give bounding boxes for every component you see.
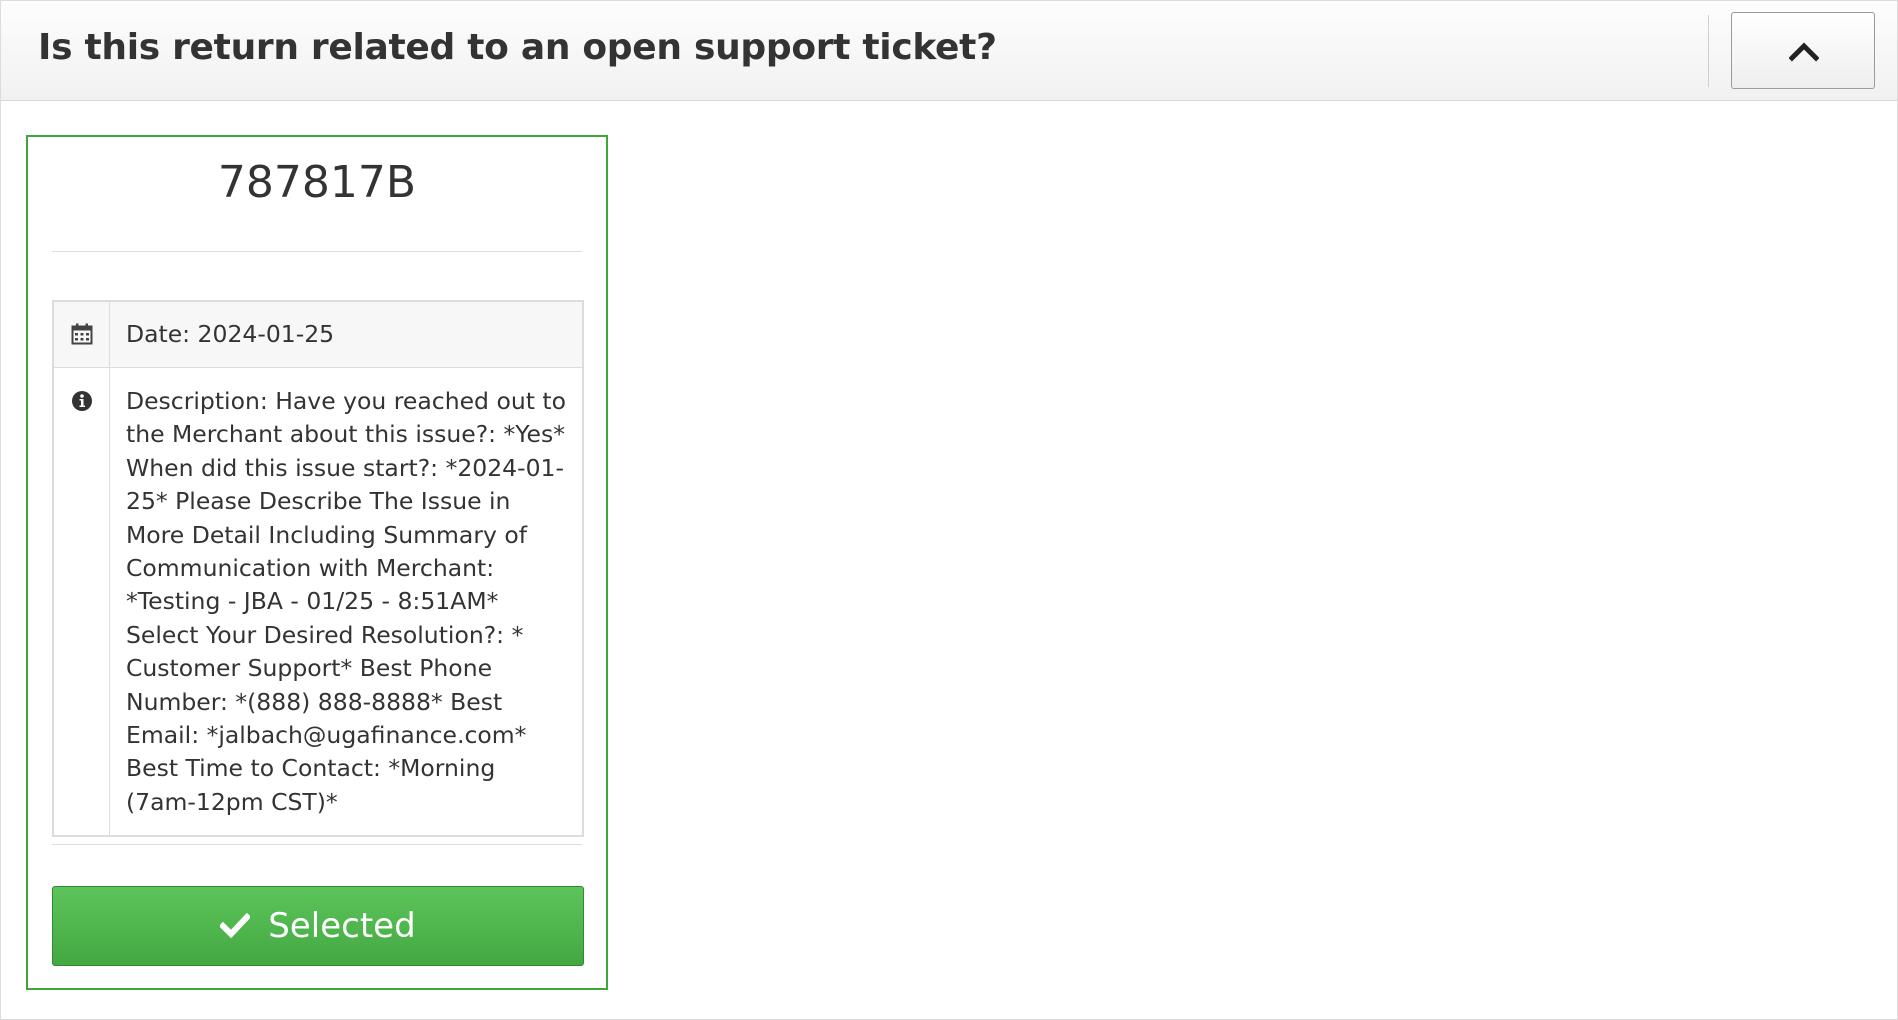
ticket-details-table: Date: 2024-01-25 Description: Have you r… [52, 300, 584, 838]
collapse-button[interactable] [1731, 12, 1875, 89]
calendar-icon [71, 323, 93, 345]
ticket-date: Date: 2024-01-25 [126, 320, 335, 348]
selected-button[interactable]: Selected [52, 886, 584, 966]
check-icon [220, 913, 251, 939]
panel-header: Is this return related to an open suppor… [1, 1, 1897, 101]
chevron-up-icon [1789, 42, 1819, 62]
ticket-description: Description: Have you reached out to the… [126, 387, 566, 816]
description-icon-cell [54, 368, 110, 836]
support-ticket-panel: Is this return related to an open suppor… [0, 0, 1898, 1020]
info-circle-icon [72, 391, 92, 411]
ticket-card[interactable]: 787817B Date: 2024-01-25 Description: Ha… [26, 135, 608, 990]
date-icon-cell [54, 302, 110, 367]
selected-button-content: Selected [53, 887, 583, 965]
date-row: Date: 2024-01-25 [54, 302, 582, 367]
ticket-id: 787817B [217, 157, 417, 208]
panel-title: Is this return related to an open suppor… [38, 27, 997, 68]
card-divider-top [52, 251, 582, 252]
description-row: Description: Have you reached out to the… [54, 367, 582, 836]
selected-button-label: Selected [268, 906, 416, 946]
header-divider [1708, 15, 1709, 87]
card-divider-bottom [52, 844, 582, 845]
